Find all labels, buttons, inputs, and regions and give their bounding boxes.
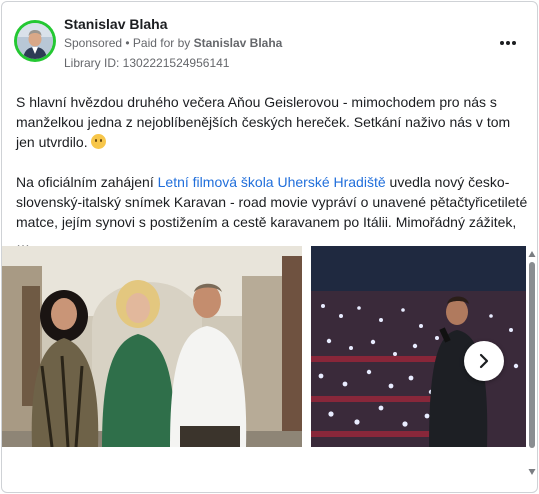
image-carousel[interactable] bbox=[2, 246, 526, 449]
carousel-next-button[interactable] bbox=[464, 341, 504, 381]
paragraph-2-text: Na oficiálním zahájení bbox=[16, 174, 158, 190]
more-dots-icon bbox=[500, 41, 504, 45]
profile-photo bbox=[17, 23, 53, 59]
post-paragraph-1: S hlavní hvězdou druhého večera Aňou Gei… bbox=[16, 92, 531, 152]
paragraph-1-text: S hlavní hvězdou druhého večera Aňou Gei… bbox=[16, 94, 511, 150]
post-header: Stanislav Blaha Sponsored • Paid for by … bbox=[2, 2, 537, 80]
paid-for-prefix: • Paid for by bbox=[122, 36, 194, 50]
post-paragraph-2: Na oficiálním zahájení Letní filmová ško… bbox=[16, 172, 531, 252]
triangle-up-icon[interactable] bbox=[528, 250, 536, 258]
scrollbar-thumb[interactable] bbox=[529, 262, 535, 448]
festival-link[interactable]: Letní filmová škola Uherské Hradiště bbox=[158, 174, 386, 190]
vertical-scrollbar[interactable] bbox=[527, 246, 537, 482]
more-options-button[interactable] bbox=[496, 34, 520, 52]
smiling-face-icon bbox=[91, 134, 107, 149]
triangle-down-icon[interactable] bbox=[528, 468, 536, 476]
ad-card: Stanislav Blaha Sponsored • Paid for by … bbox=[1, 1, 538, 493]
chevron-right-icon bbox=[479, 353, 489, 369]
avatar[interactable] bbox=[14, 20, 56, 62]
library-id: Library ID: 1302221524956141 bbox=[64, 56, 230, 70]
sponsored-line: Sponsored • Paid for by Stanislav Blaha bbox=[64, 36, 282, 50]
page-name[interactable]: Stanislav Blaha bbox=[64, 16, 168, 32]
paid-for-name[interactable]: Stanislav Blaha bbox=[194, 36, 283, 50]
carousel-photo-1[interactable] bbox=[2, 246, 302, 447]
post-text: S hlavní hvězdou druhého večera Aňou Gei… bbox=[16, 92, 531, 272]
sponsored-label: Sponsored bbox=[64, 36, 123, 50]
